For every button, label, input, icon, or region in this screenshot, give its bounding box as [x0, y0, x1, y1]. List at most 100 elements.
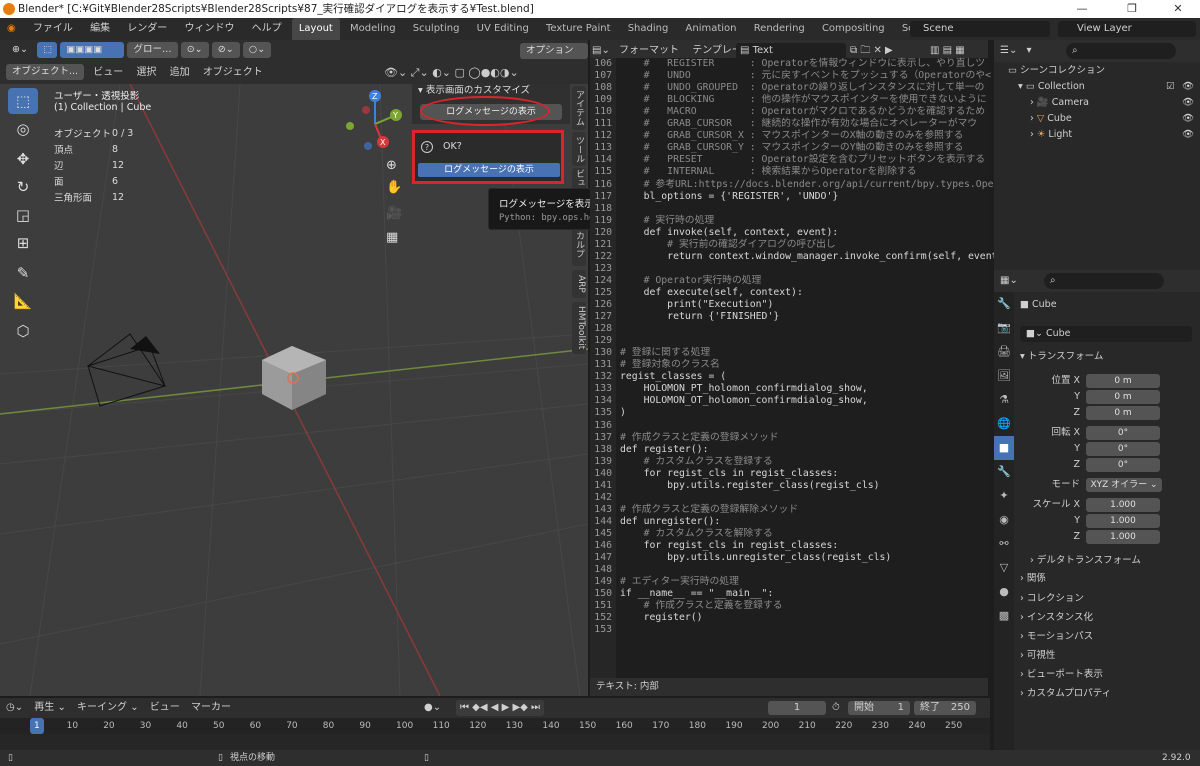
data-props-icon[interactable]: ▽ [994, 556, 1014, 580]
select-box-tool-icon[interactable]: ⬚ [8, 88, 38, 114]
tab-sculpting[interactable]: Sculpting [406, 18, 467, 40]
render-props-icon[interactable]: 📷 [994, 316, 1014, 340]
measure-tool-icon[interactable]: 📐 [8, 288, 38, 314]
instancing-panel-header[interactable]: › インスタンス化 [1020, 611, 1196, 625]
menu-help[interactable]: ヘルプ [245, 18, 289, 40]
editor-type-button[interactable]: ⊕⌄ [6, 42, 34, 58]
particle-props-icon[interactable]: ✦ [994, 484, 1014, 508]
select-mode-buttons[interactable]: ▣▣▣▣ [60, 42, 125, 58]
frame-start-field[interactable]: 開始 1 [848, 701, 910, 715]
location-z-field[interactable]: 0 m [1086, 406, 1160, 420]
object-data-field[interactable]: ■⌄ Cube [1020, 326, 1192, 342]
visibility-eye-icon[interactable]: 👁 [1182, 128, 1194, 142]
snap-icon[interactable]: ⊘⌄ [211, 42, 240, 58]
menu-keying[interactable]: キーイング ⌄ [77, 702, 139, 713]
menu-select[interactable]: 選択 [136, 67, 156, 78]
outliner-row[interactable]: ▭ シーンコレクション [994, 64, 1200, 78]
record-icon[interactable]: ●⌄ [424, 698, 441, 718]
tab-arp[interactable]: ARP [572, 270, 586, 298]
motion-paths-panel-header[interactable]: › モーションパス [1020, 630, 1196, 644]
code-area[interactable]: 106 # REGISTER : Operatorを情報ウィンドウに表示し、やり… [590, 58, 1017, 678]
modifier-props-icon[interactable]: 🔧 [994, 460, 1014, 484]
menu-window[interactable]: ウィンドウ [177, 18, 241, 40]
rotate-tool-icon[interactable]: ↻ [8, 174, 38, 200]
select-tool-icon[interactable]: ⬚ [37, 42, 58, 58]
current-frame-field[interactable]: 1 [768, 701, 826, 715]
ortho-grid-icon[interactable]: ▦ [386, 230, 398, 245]
view-layer-props-icon[interactable]: 🖼 [994, 364, 1014, 388]
scale-y-field[interactable]: 1.000 [1086, 514, 1160, 528]
outliner-row[interactable]: › ☀ Light 👁 [994, 128, 1200, 142]
playback-controls[interactable]: ⏮ ◆◀ ◀ ▶ ▶◆ ⏭ [456, 700, 545, 716]
scale-tool-icon[interactable]: ◲ [8, 202, 38, 228]
menu-edit[interactable]: 編集 [83, 18, 117, 40]
visibility-eye-icon[interactable]: 👁 [1182, 80, 1194, 94]
text-editor-type-icon[interactable]: ▤⌄ [592, 45, 610, 56]
zoom-icon[interactable]: ⊕ [386, 158, 397, 173]
visibility-panel-header[interactable]: › 可視性 [1020, 649, 1196, 663]
scale-z-field[interactable]: 1.000 [1086, 530, 1160, 544]
outliner-row[interactable]: ▾ ▭ Collection ☑ 👁 [994, 80, 1200, 94]
pan-hand-icon[interactable]: ✋ [386, 180, 402, 195]
properties-search-input[interactable]: ⌕ [1044, 273, 1164, 289]
move-tool-icon[interactable]: ✥ [8, 146, 38, 172]
viewport-shading-icons[interactable]: 👁⌄ ⤢⌄ ◐⌄ ▢ ◯●◐◑⌄ [384, 62, 519, 84]
outliner-row[interactable]: › ▽ Cube 👁 [994, 112, 1200, 126]
location-y-field[interactable]: 0 m [1086, 390, 1160, 404]
cursor-tool-icon[interactable]: ◎ [8, 116, 38, 142]
constraint-props-icon[interactable]: ⚯ [994, 532, 1014, 556]
object-mode-dropdown[interactable]: オブジェクト... [6, 64, 85, 80]
location-x-field[interactable]: 0 m [1086, 374, 1160, 388]
transform-orientation-dropdown[interactable]: グロー… [127, 42, 178, 58]
custom-properties-panel-header[interactable]: › カスタムプロパティ [1020, 687, 1196, 701]
tab-tool[interactable]: ツール [572, 132, 586, 166]
timeline-ruler[interactable]: 1 10 20 30 40 50 60 70 80 90 100 110 120 130 140 150 160… [0, 718, 990, 734]
visibility-eye-icon[interactable]: 👁 [1182, 96, 1194, 110]
options-dropdown[interactable]: オプション ⌄ [520, 43, 588, 72]
scene-selector[interactable]: Scene [910, 21, 1050, 37]
menu-render[interactable]: レンダー [120, 18, 174, 40]
outliner-row[interactable]: › 🎥 Camera 👁 [994, 96, 1200, 110]
menu-format[interactable]: フォーマット [619, 45, 679, 56]
dialog-ok-button[interactable]: ログメッセージの表示 [418, 163, 560, 177]
menu-marker[interactable]: マーカー [191, 702, 231, 713]
scene-props-icon[interactable]: ⚗ [994, 388, 1014, 412]
close-button[interactable]: ✕ [1156, 0, 1200, 18]
text-datablock-field[interactable]: ▤ Text [736, 43, 846, 59]
rotation-y-field[interactable]: 0° [1086, 442, 1160, 456]
navigation-gizmo[interactable]: Z Y X [340, 86, 410, 156]
outliner-search-input[interactable]: ⌕ [1066, 43, 1176, 59]
texture-props-icon[interactable]: ▩ [994, 604, 1014, 628]
timeline-track-area[interactable] [0, 734, 990, 750]
stopwatch-icon[interactable]: ⏱ [832, 698, 840, 718]
world-props-icon[interactable]: 🌐 [994, 412, 1014, 436]
view-layer-selector[interactable]: View Layer [1058, 21, 1196, 37]
menu-object[interactable]: オブジェクト [203, 67, 263, 78]
maximize-button[interactable]: ❐ [1110, 0, 1154, 18]
checkbox-icon[interactable]: ☑ [1166, 80, 1175, 94]
tab-compositing[interactable]: Compositing [815, 18, 892, 40]
menu-add[interactable]: 追加 [170, 67, 190, 78]
timeline-type-icon[interactable]: ◷⌄ [6, 702, 23, 713]
blender-menu-icon[interactable]: ◉ [0, 18, 23, 40]
camera-view-icon[interactable]: 🎥 [386, 206, 402, 221]
menu-playback[interactable]: 再生 ⌄ [34, 702, 66, 713]
tab-hmtoolkit[interactable]: HMToolkit [572, 302, 586, 354]
tab-animation[interactable]: Animation [679, 18, 744, 40]
output-props-icon[interactable]: 🖨 [994, 340, 1014, 364]
delta-transform-header[interactable]: › デルタトランスフォーム [1030, 554, 1196, 568]
collections-panel-header[interactable]: › コレクション [1020, 592, 1196, 606]
transform-tool-icon[interactable]: ⊞ [8, 230, 38, 256]
tool-props-icon[interactable]: 🔧 [994, 292, 1014, 316]
tab-shading[interactable]: Shading [621, 18, 676, 40]
3d-viewport[interactable]: ⬚ ◎ ✥ ↻ ◲ ⊞ ✎ 📐 ⬡ ユーザー・透視投影 (1) Collecti… [0, 84, 588, 696]
rotation-mode-dropdown[interactable]: XYZ オイラー ⌄ [1086, 478, 1162, 492]
minimize-button[interactable]: — [1060, 0, 1104, 18]
tab-texture-paint[interactable]: Texture Paint [539, 18, 618, 40]
outliner-filter-icon[interactable]: ▾ [1027, 45, 1032, 56]
properties-type-icon[interactable]: ▦⌄ [1000, 275, 1018, 286]
tab-item[interactable]: アイテム [572, 86, 586, 130]
frame-end-field[interactable]: 終了 250 [914, 701, 976, 715]
menu-file[interactable]: ファイル [26, 18, 80, 40]
tab-modeling[interactable]: Modeling [343, 18, 403, 40]
